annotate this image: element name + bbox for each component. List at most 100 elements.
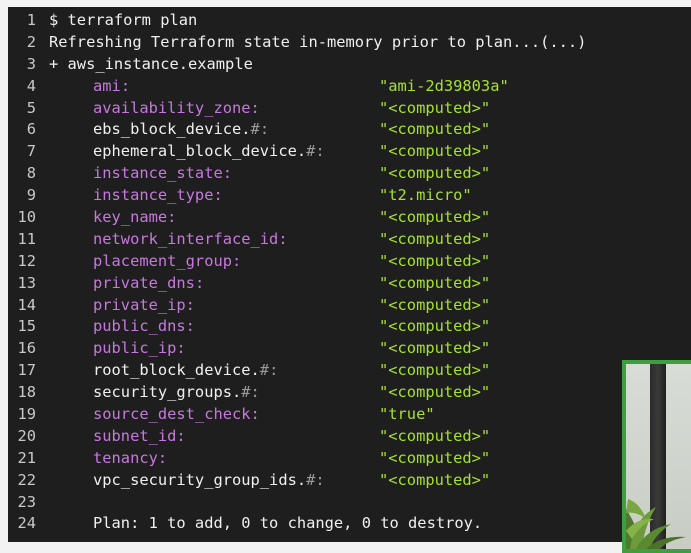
attribute-colon: :: [250, 405, 260, 424]
line-number: 17: [17, 361, 36, 380]
attribute-value: "<computed>": [379, 383, 491, 402]
attribute-key: instance_state: [93, 164, 223, 183]
code-text: instance_state: "<computed>": [36, 163, 490, 185]
line-number: 20: [17, 426, 36, 445]
code-line: 4 ami: "ami-2d39803a": [8, 76, 586, 98]
attribute-value: "<computed>": [379, 361, 491, 380]
code-line: 21 tenancy: "<computed>": [8, 448, 586, 470]
code-text: root_block_device.#: "<computed>": [36, 360, 490, 382]
attribute-key: private_ip: [93, 295, 186, 314]
presenter-video-thumbnail[interactable]: [622, 360, 691, 553]
code-line: 7 ephemeral_block_device.#: "<computed>": [8, 141, 586, 163]
code-text: source_dest_check: "true": [36, 404, 435, 426]
code-line: 18 security_groups.#: "<computed>": [8, 382, 586, 404]
attribute-name: placement_group:: [49, 251, 379, 273]
attribute-key: tenancy: [93, 448, 158, 467]
attribute-hash: #: [306, 142, 316, 161]
attribute-value: "true": [379, 405, 435, 424]
attribute-key: availability_zone: [93, 98, 251, 117]
attribute-value: "<computed>": [379, 142, 491, 161]
code-text: Refreshing Terraform state in-memory pri…: [49, 32, 587, 51]
attribute-name: vpc_security_group_ids.#:: [49, 470, 379, 492]
attribute-colon: :: [232, 251, 242, 270]
attribute-key: placement_group: [93, 251, 232, 270]
attribute-key: private_dns: [93, 273, 195, 292]
attribute-value: "<computed>": [379, 208, 491, 227]
attribute-name: private_ip:: [49, 295, 379, 317]
attribute-colon: :: [222, 164, 233, 183]
code-text: tenancy: "<computed>": [36, 448, 490, 470]
attribute-value: "t2.micro": [379, 186, 472, 205]
attribute-colon: :: [157, 448, 168, 467]
line-number: 4: [26, 76, 36, 95]
code-line: 8 instance_state: "<computed>": [8, 163, 586, 185]
attribute-colon: :: [315, 142, 325, 161]
attribute-name: ebs_block_device.#:: [49, 119, 379, 141]
code-text: ephemeral_block_device.#: "<computed>": [36, 141, 490, 163]
attribute-key: subnet_id: [93, 426, 177, 445]
attribute-value: "<computed>": [379, 229, 491, 248]
attribute-key: public_ip: [93, 339, 177, 358]
attribute-hash: #: [259, 361, 270, 380]
code-lines: 1 $ terraform plan 2 Refreshing Terraform s…: [8, 10, 586, 535]
attribute-name: ami:: [49, 76, 379, 98]
attribute-value: "<computed>": [379, 251, 491, 270]
attribute-colon: :: [250, 98, 260, 117]
attribute-value: "<computed>": [379, 295, 491, 314]
attribute-colon: :: [176, 426, 186, 445]
line-number: 3: [26, 54, 36, 73]
code-line: 24 Plan: 1 to add, 0 to change, 0 to dest…: [8, 513, 586, 535]
attribute-colon: :: [194, 273, 205, 292]
attribute-colon: :: [278, 229, 288, 248]
code-line: 20 subnet_id: "<computed>": [8, 426, 586, 448]
attribute-name: availability_zone:: [49, 98, 379, 120]
attribute-colon: :: [185, 295, 195, 314]
attribute-name: private_dns:: [49, 273, 379, 295]
attribute-colon: :: [185, 317, 195, 336]
attribute-key: security_groups.: [93, 383, 242, 402]
attribute-key: network_interface_id: [93, 229, 279, 248]
code-line: 11 network_interface_id: "<computed>": [8, 229, 586, 251]
attribute-name: security_groups.#:: [49, 382, 379, 404]
attribute-name: root_block_device.#:: [49, 360, 379, 382]
code-line: 19 source_dest_check: "true": [8, 404, 586, 426]
code-editor: 1 $ terraform plan 2 Refreshing Terraform s…: [8, 7, 691, 542]
attribute-value: "<computed>": [379, 470, 491, 489]
attribute-name: tenancy:: [49, 448, 379, 470]
attribute-key: ebs_block_device.: [93, 120, 251, 139]
code-line: 5 availability_zone: "<computed>": [8, 98, 586, 120]
attribute-name: network_interface_id:: [49, 229, 379, 251]
code-text: security_groups.#: "<computed>": [36, 382, 490, 404]
line-number: 22: [17, 470, 36, 489]
attribute-value: "<computed>": [379, 164, 491, 183]
code-text: ebs_block_device.#: "<computed>": [36, 119, 490, 141]
attribute-name: public_dns:: [49, 316, 379, 338]
attribute-colon: :: [315, 470, 325, 489]
plan-summary: Plan: 1 to add, 0 to change, 0 to destro…: [93, 514, 483, 533]
code-text: placement_group: "<computed>": [36, 251, 490, 273]
code-text: private_ip: "<computed>": [36, 295, 490, 317]
code-text: Plan: 1 to add, 0 to change, 0 to destro…: [36, 513, 482, 535]
code-line: 12 placement_group: "<computed>": [8, 251, 586, 273]
attribute-key: ephemeral_block_device.: [93, 142, 307, 161]
line-number: 5: [26, 98, 36, 117]
attribute-value: "<computed>": [379, 273, 491, 292]
code-text: network_interface_id: "<computed>": [36, 229, 490, 251]
code-text: ami: "ami-2d39803a": [36, 76, 509, 98]
attribute-colon: :: [213, 186, 223, 205]
code-text: subnet_id: "<computed>": [36, 426, 490, 448]
code-text: public_dns: "<computed>": [36, 316, 490, 338]
page: 1 $ terraform plan 2 Refreshing Terraform s…: [0, 0, 691, 553]
code-text: key_name: "<computed>": [36, 207, 490, 229]
attribute-key: vpc_security_group_ids.: [93, 470, 307, 489]
line-number: 8: [26, 164, 36, 183]
line-number: 13: [17, 273, 36, 292]
line-number: 18: [17, 383, 36, 402]
code-line: 6 ebs_block_device.#: "<computed>": [8, 119, 586, 141]
attribute-value: "<computed>": [379, 98, 491, 117]
attribute-key: ami: [93, 76, 121, 95]
line-number: 9: [26, 186, 36, 205]
attribute-hash: #: [241, 383, 251, 402]
code-text: + aws_instance.example: [49, 54, 253, 73]
